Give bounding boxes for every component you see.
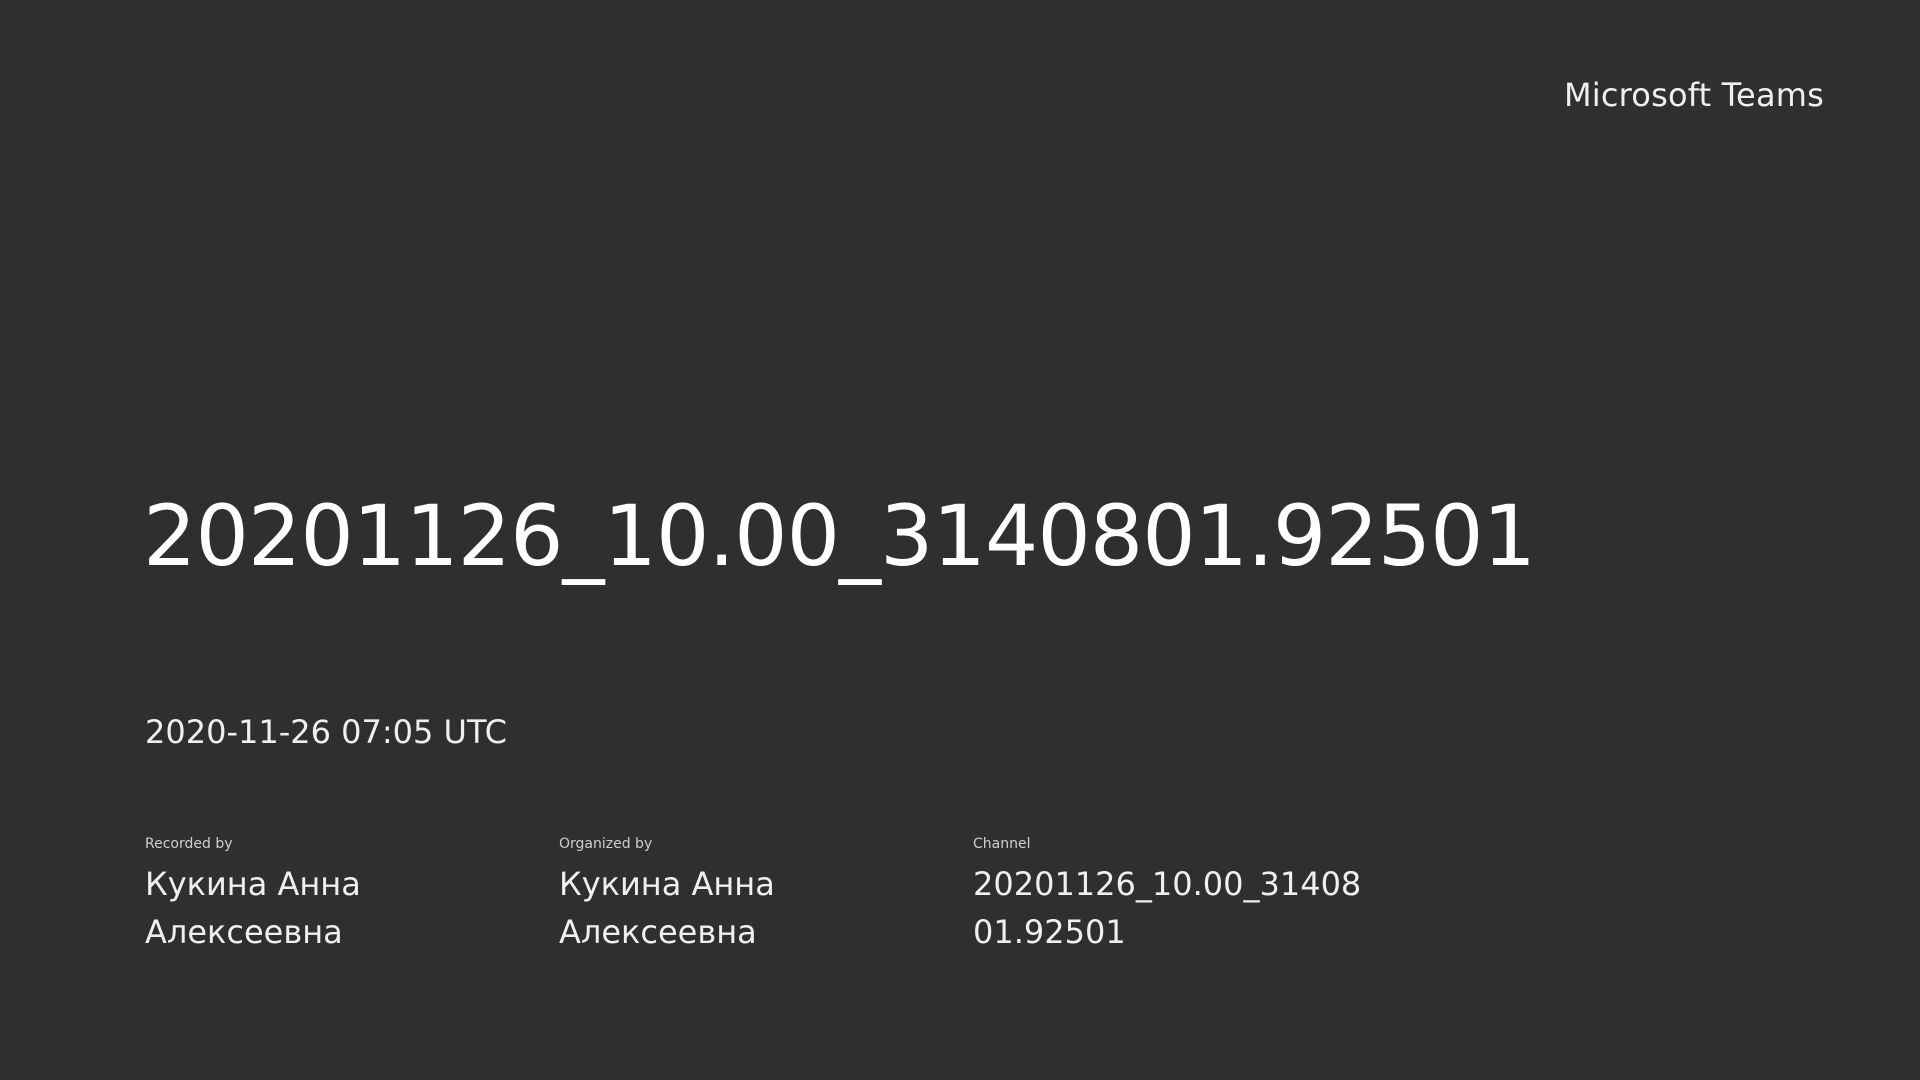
recording-title: 20201126_10.00_3140801.92501 — [143, 487, 1536, 585]
channel-value: 20201126_10.00_3140801.92501 — [973, 865, 1362, 951]
organized-by-value: Кукина Анна Алексеевна — [559, 865, 775, 951]
recording-title-card: Microsoft Teams 20201126_10.00_3140801.9… — [0, 0, 1920, 1080]
channel-label: Channel — [973, 836, 1031, 852]
recording-datetime: 2020-11-26 07:05 UTC — [145, 713, 507, 751]
organized-by-label: Organized by — [559, 836, 653, 852]
recorded-by-label: Recorded by — [145, 836, 233, 852]
recorded-by-section: Recorded by Кукина Анна Алексеевна — [145, 836, 525, 956]
channel-section: Channel 20201126_10.00_3140801.92501 — [973, 836, 1361, 956]
brand-name: Microsoft Teams — [1563, 76, 1824, 114]
recorded-by-value: Кукина Анна Алексеевна — [145, 865, 361, 951]
organized-by-section: Organized by Кукина Анна Алексеевна — [559, 836, 939, 956]
